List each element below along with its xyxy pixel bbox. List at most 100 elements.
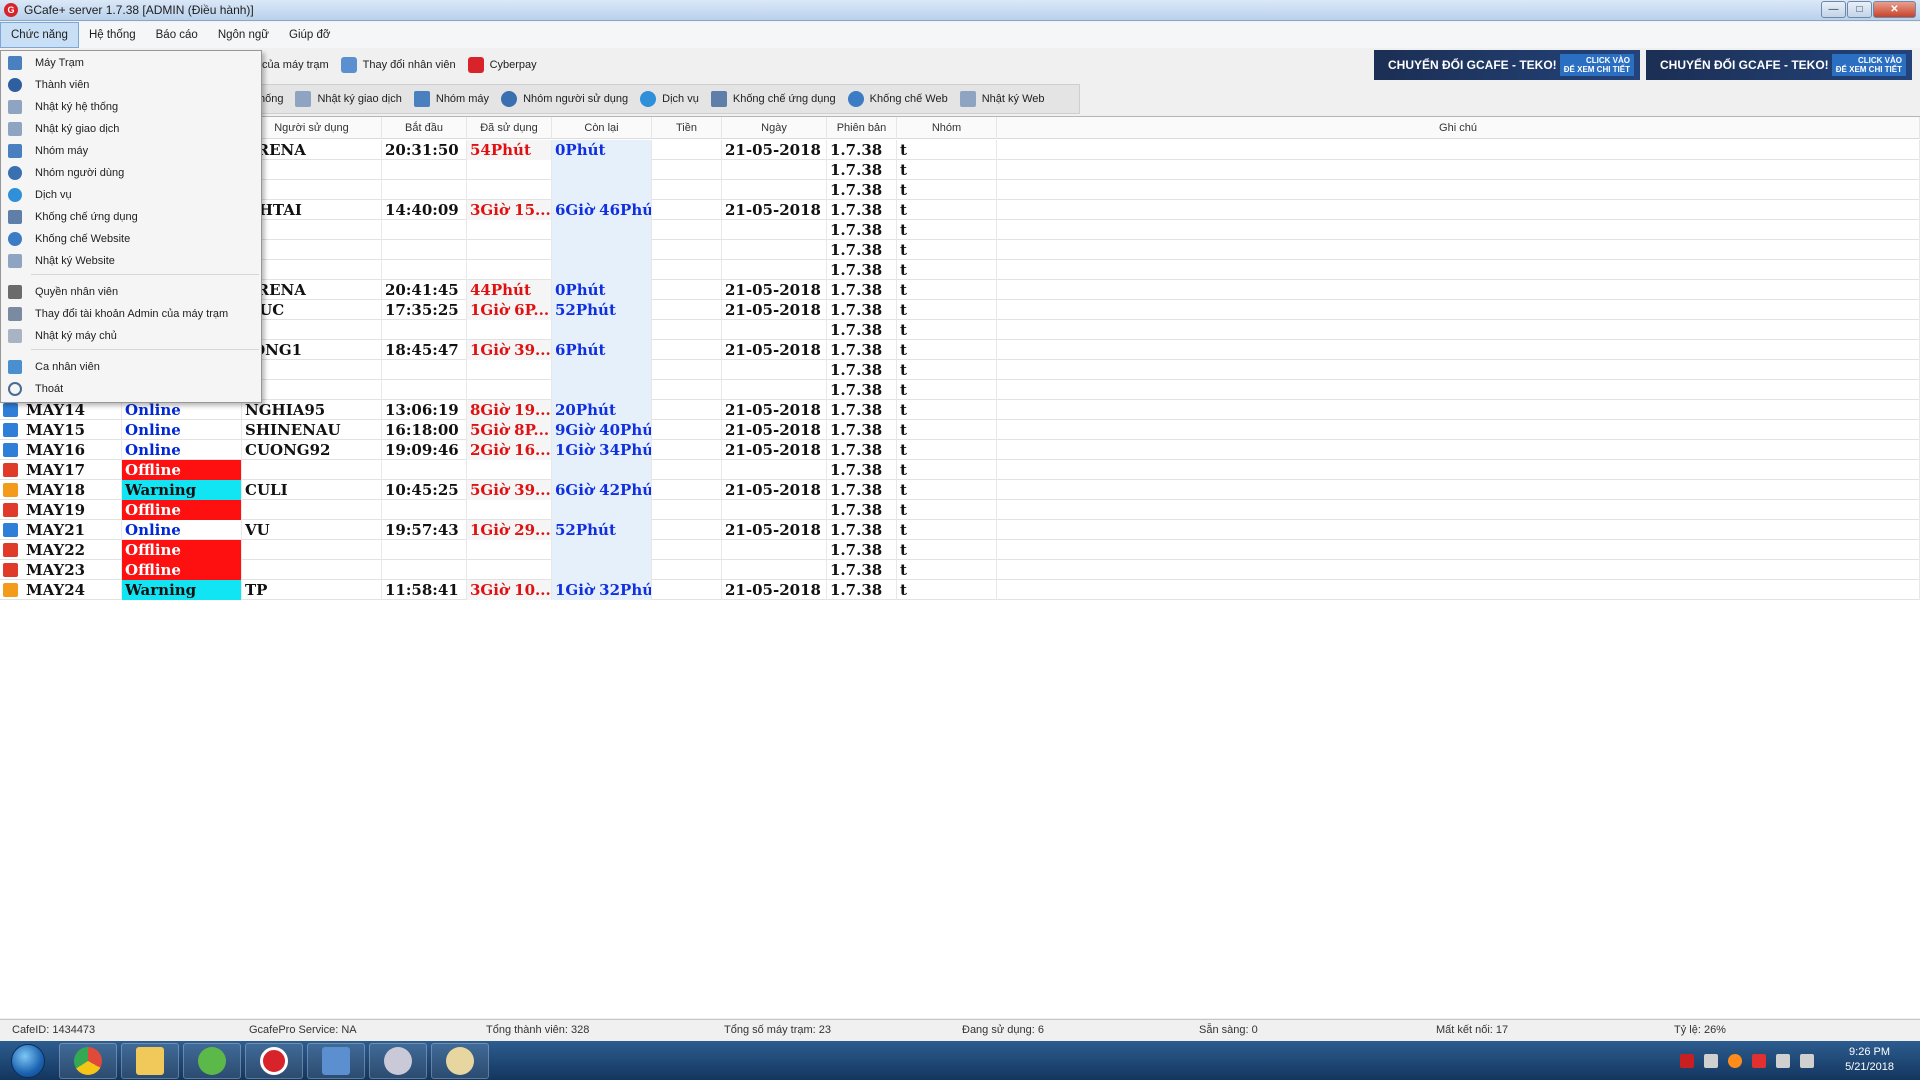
table-row[interactable]: 1.7.38 t xyxy=(0,220,1920,240)
cell-left xyxy=(552,500,652,520)
taskbar-gcafe[interactable] xyxy=(245,1043,303,1079)
dd-thay-doi-tai-khoan-admin[interactable]: Thay đổi tài khoản Admin của máy trạm xyxy=(1,303,261,325)
col-used-header[interactable]: Đã sử dụng xyxy=(467,117,552,139)
teko-banner-2[interactable]: CHUYỂN ĐỔI GCAFE - TEKO! CLICK VÀO ĐỂ XEM… xyxy=(1646,50,1912,80)
menu-bao-cao[interactable]: Báo cáo xyxy=(146,22,208,48)
col-date-header[interactable]: Ngày xyxy=(722,117,827,139)
table-row[interactable]: MAY19 Offline 1.7.38 t xyxy=(0,500,1920,520)
start-button[interactable] xyxy=(4,1042,52,1080)
close-button[interactable]: ✕ xyxy=(1873,1,1916,18)
dd-dich-vu[interactable]: Dịch vụ xyxy=(1,184,261,206)
toolbar-cyberpay-button[interactable]: Cyberpay xyxy=(467,57,537,73)
table-row[interactable]: MAY23 Offline 1.7.38 t xyxy=(0,560,1920,580)
cell-group: t xyxy=(897,560,997,580)
table-row[interactable]: 1.7.38 t xyxy=(0,380,1920,400)
cell-money xyxy=(652,400,722,420)
table-row[interactable]: ARENA 20:31:50 54Phút 0Phút 21-05-2018 1.7.38… xyxy=(0,140,1920,160)
dd-khong-che-website[interactable]: Khống chế Website xyxy=(1,228,261,250)
dd-quyen-nhan-vien[interactable]: Quyền nhân viên xyxy=(1,281,261,303)
cell-date xyxy=(722,160,827,180)
monitor-icon xyxy=(8,56,22,70)
toolbar-station-account-button[interactable]: của máy trạm xyxy=(262,59,329,71)
dd-nhat-ky-may-chu[interactable]: Nhật ký máy chủ xyxy=(1,325,261,347)
table-row[interactable]: MAY16 Online CUONG92 19:09:46 2Giờ 16... 1Giờ… xyxy=(0,440,1920,460)
taskbar-explorer[interactable] xyxy=(121,1043,179,1079)
store-icon xyxy=(322,1047,350,1075)
cell-used: 3Giờ 15... xyxy=(467,200,552,220)
toolbar-transaction-log-button[interactable]: Nhật ký giao dịch xyxy=(295,91,402,107)
col-group-header[interactable]: Nhóm xyxy=(897,117,997,139)
col-version-header[interactable]: Phiên bản xyxy=(827,117,897,139)
tray-gcafe-icon[interactable] xyxy=(1728,1053,1742,1068)
minimize-button[interactable]: — xyxy=(1821,1,1846,18)
col-left-header[interactable]: Còn lại xyxy=(552,117,652,139)
col-user-header[interactable]: Người sử dụng xyxy=(242,117,382,139)
toolbar-web-log-button[interactable]: Nhật ký Web xyxy=(959,91,1045,107)
dd-khong-che-ung-dung[interactable]: Khống chế ứng dụng xyxy=(1,206,261,228)
taskbar-app-green[interactable] xyxy=(183,1043,241,1079)
cell-start: 13:06:19 xyxy=(382,400,467,420)
toolbar-app-control-button[interactable]: Khống chế ứng dụng xyxy=(710,91,836,107)
table-row[interactable]: 1.7.38 t xyxy=(0,360,1920,380)
cell-group: t xyxy=(897,540,997,560)
cell-money xyxy=(652,200,722,220)
cell-left: 6Giờ 46Phút xyxy=(552,200,652,220)
menu-chuc-nang[interactable]: Chức năng xyxy=(0,22,79,48)
taskbar-chrome[interactable] xyxy=(59,1043,117,1079)
table-row[interactable]: MAY14 Online NGHIA95 13:06:19 8Giờ 19... 20Ph… xyxy=(0,400,1920,420)
tray-v-icon[interactable] xyxy=(1752,1053,1766,1068)
taskbar-clock[interactable]: 9:26 PM 5/21/2018 xyxy=(1845,1045,1894,1075)
table-row[interactable]: MAY15 Online SHINENAU 16:18:00 5Giờ 8P... 9Gi… xyxy=(0,420,1920,440)
table-row[interactable]: MAY21 Online VU 19:57:43 1Giờ 29... 52Phút 21-… xyxy=(0,520,1920,540)
taskbar-app-store[interactable] xyxy=(307,1043,365,1079)
table-row[interactable]: 1.7.38 t xyxy=(0,240,1920,260)
station-name: MAY21 xyxy=(26,521,86,539)
toolbar-service-button[interactable]: Dịch vụ xyxy=(640,91,699,107)
table-row[interactable]: MAY22 Offline 1.7.38 t xyxy=(0,540,1920,560)
dd-thanh-vien[interactable]: Thành viên xyxy=(1,74,261,96)
dd-nhat-ky-website[interactable]: Nhật ký Website xyxy=(1,250,261,272)
dd-nhom-nguoi-dung[interactable]: Nhóm người dùng xyxy=(1,162,261,184)
menu-ngon-ngu[interactable]: Ngôn ngữ xyxy=(208,22,279,48)
tray-network-icon[interactable] xyxy=(1776,1053,1790,1068)
toolbar-web-control-button[interactable]: Khống chế Web xyxy=(847,91,948,107)
col-start-header[interactable]: Bắt đầu xyxy=(382,117,467,139)
col-money-header[interactable]: Tiền xyxy=(652,117,722,139)
table-row[interactable]: NHTAI 14:40:09 3Giờ 15... 6Giờ 46Phút 21-05-… xyxy=(0,200,1920,220)
teko-banner-1[interactable]: CHUYỂN ĐỔI GCAFE - TEKO! CLICK VÀO ĐỂ XEM… xyxy=(1374,50,1640,80)
table-row[interactable]: 1.7.38 t xyxy=(0,160,1920,180)
table-row[interactable]: JONG1 18:45:47 1Giờ 39... 6Phút 21-05-2018 1.… xyxy=(0,340,1920,360)
table-row[interactable]: MAY17 Offline 1.7.38 t xyxy=(0,460,1920,480)
maximize-button[interactable]: □ xyxy=(1847,1,1872,18)
cell-version: 1.7.38 xyxy=(827,340,897,360)
taskbar-paint[interactable] xyxy=(431,1043,489,1079)
table-row[interactable]: 1.7.38 t xyxy=(0,180,1920,200)
tray-volume-muted-icon[interactable] xyxy=(1704,1053,1718,1068)
cell-note xyxy=(997,320,1920,340)
toolbar-machine-group-label: Nhóm máy xyxy=(435,93,490,105)
toolbar-machine-group-button[interactable]: Nhóm máy xyxy=(413,91,490,107)
table-row[interactable]: 1.7.38 t xyxy=(0,260,1920,280)
cell-date xyxy=(722,260,827,280)
cell-machine: MAY17 xyxy=(0,460,122,480)
toolbar-system-log-button[interactable]: hống xyxy=(259,93,283,105)
dd-ca-nhan-vien[interactable]: Ca nhân viên xyxy=(1,356,261,378)
dd-may-tram[interactable]: Máy Trạm xyxy=(1,52,261,74)
menu-he-thong[interactable]: Hệ thống xyxy=(79,22,146,48)
dd-nhom-may[interactable]: Nhóm máy xyxy=(1,140,261,162)
toolbar-user-group-button[interactable]: Nhóm người sử dụng xyxy=(501,91,628,107)
menu-giup-do[interactable]: Giúp đỡ xyxy=(279,22,340,48)
table-row[interactable]: 1.7.38 t xyxy=(0,320,1920,340)
tray-app-icon[interactable] xyxy=(1680,1053,1694,1068)
taskbar-app-tools[interactable] xyxy=(369,1043,427,1079)
toolbar-change-staff-button[interactable]: Thay đổi nhân viên xyxy=(340,57,456,73)
table-row[interactable]: MAY18 Warning CULI 10:45:25 5Giờ 39... 6Giờ 4… xyxy=(0,480,1920,500)
dd-thoat[interactable]: Thoát xyxy=(1,378,261,400)
table-row[interactable]: ARENA 20:41:45 44Phút 0Phút 21-05-2018 1.7.38… xyxy=(0,280,1920,300)
col-note-header[interactable]: Ghi chú xyxy=(997,117,1920,139)
table-row[interactable]: MAY24 Warning TP 11:58:41 3Giờ 10... 1Giờ 32P… xyxy=(0,580,1920,600)
dd-nhat-ky-giao-dich[interactable]: Nhật ký giao dịch xyxy=(1,118,261,140)
tray-speaker-icon[interactable] xyxy=(1800,1053,1814,1068)
dd-nhat-ky-he-thong[interactable]: Nhật ký hệ thống xyxy=(1,96,261,118)
table-row[interactable]: HUC 17:35:25 1Giờ 6P... 52Phút 21-05-2018 1.7… xyxy=(0,300,1920,320)
